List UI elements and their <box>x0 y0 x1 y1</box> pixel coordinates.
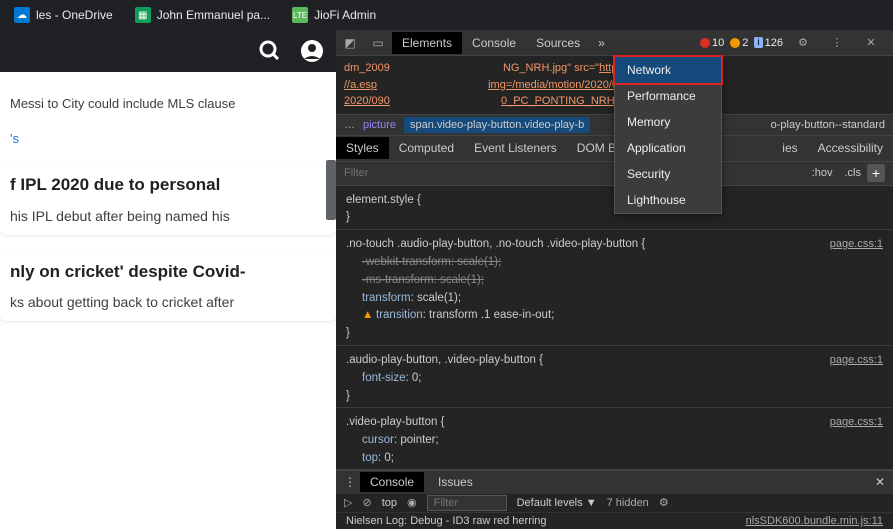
article-card-2[interactable]: nly on cricket' despite Covid- ks about … <box>0 253 336 322</box>
article-card-1[interactable]: f IPL 2020 due to personal his IPL debut… <box>0 166 336 235</box>
drawer-kebab-icon[interactable]: ⋮ <box>344 475 356 489</box>
kebab-icon[interactable]: ⋮ <box>823 36 851 49</box>
link-fragment[interactable]: 's <box>0 121 336 156</box>
article-subtitle: ks about getting back to cricket after <box>10 293 326 313</box>
source-link[interactable]: page.css:1 <box>830 352 883 369</box>
gear-icon[interactable]: ⚙ <box>659 496 669 509</box>
browser-tab-strip: ☁ les - OneDrive ▦ John Emmanuel pa... L… <box>0 0 893 30</box>
article-title: f IPL 2020 due to personal <box>10 174 326 197</box>
styles-filter-input[interactable] <box>344 167 806 179</box>
bc-picture[interactable]: picture <box>363 119 396 131</box>
error-badge[interactable]: 10 <box>700 37 724 49</box>
subtab-event-listeners[interactable]: Event Listeners <box>464 137 567 159</box>
drawer-close-icon[interactable]: ✕ <box>875 475 885 489</box>
menu-item-network[interactable]: Network <box>613 55 723 85</box>
subtab-accessibility[interactable]: Accessibility <box>808 137 893 159</box>
tabs-overflow-button[interactable]: » <box>590 32 613 54</box>
styles-rules[interactable]: element.style { } page.css:1 .no-touch .… <box>336 186 893 470</box>
device-icon[interactable]: ▭ <box>364 36 392 50</box>
hov-toggle[interactable]: :hov <box>806 167 839 179</box>
rule-video-play[interactable]: page.css:1 .video-play-button { cursor: … <box>336 412 893 469</box>
tab-sources[interactable]: Sources <box>526 32 590 54</box>
tab-elements[interactable]: Elements <box>392 32 462 54</box>
log-message: Nielsen Log: Debug - ID3 raw red herring <box>346 515 547 527</box>
console-log-line[interactable]: Nielsen Log: Debug - ID3 raw red herring… <box>336 513 893 529</box>
warning-badge[interactable]: 2 <box>730 37 748 49</box>
webpage-content: Messi to City could include MLS clause '… <box>0 30 336 529</box>
status-badges: 10 2 i126 ⚙ ⋮ ✕ <box>692 36 893 49</box>
search-icon[interactable] <box>258 39 282 63</box>
console-toolbar: ▷ ⊘ top ◉ Default levels ▼ 7 hidden ⚙ <box>336 494 893 513</box>
tabs-overflow-menu: Network Performance Memory Application S… <box>614 56 722 214</box>
menu-item-application[interactable]: Application <box>615 135 721 161</box>
menu-item-performance[interactable]: Performance <box>615 83 721 109</box>
onedrive-icon: ☁ <box>14 7 30 23</box>
bc-rest[interactable]: o-play-button--standard <box>771 119 885 131</box>
source-link[interactable]: page.css:1 <box>830 236 883 253</box>
context-select[interactable]: top <box>382 497 397 509</box>
devtools-header: ◩ ▭ Elements Console Sources » 10 2 i126… <box>336 30 893 56</box>
tab-label: John Emmanuel pa... <box>157 8 270 22</box>
hidden-count[interactable]: 7 hidden <box>607 497 649 509</box>
levels-select[interactable]: Default levels ▼ <box>517 497 597 509</box>
menu-item-memory[interactable]: Memory <box>615 109 721 135</box>
menu-item-lighthouse[interactable]: Lighthouse <box>615 187 721 213</box>
tab-label: JioFi Admin <box>314 8 376 22</box>
info-badge[interactable]: i126 <box>754 37 783 49</box>
devtools-drawer: ⋮ Console Issues ✕ ▷ ⊘ top ◉ Default lev… <box>336 469 893 529</box>
lte-icon: LTE <box>292 7 308 23</box>
article-snippet: Messi to City could include MLS clause <box>0 72 336 121</box>
drawer-tab-strip: ⋮ Console Issues ✕ <box>336 471 893 494</box>
source-link[interactable]: page.css:1 <box>830 414 883 431</box>
drawer-tab-console[interactable]: Console <box>360 472 424 492</box>
cls-toggle[interactable]: .cls <box>839 167 868 179</box>
play-icon[interactable]: ▷ <box>344 496 352 509</box>
rule-audio-video[interactable]: page.css:1 .audio-play-button, .video-pl… <box>336 350 893 408</box>
subtab-computed[interactable]: Computed <box>389 137 464 159</box>
subtab-properties[interactable]: ies <box>772 137 807 159</box>
clear-icon[interactable]: ⊘ <box>362 496 371 509</box>
devtools-main-tabs: Elements Console Sources » <box>392 32 692 54</box>
article-title: nly on cricket' despite Covid- <box>10 261 326 284</box>
sheets-icon: ▦ <box>135 7 151 23</box>
close-icon[interactable]: ✕ <box>857 36 885 49</box>
page-top-bar <box>0 30 336 72</box>
rule-notouch[interactable]: page.css:1 .no-touch .audio-play-button,… <box>336 234 893 346</box>
article-subtitle: his IPL debut after being named his <box>10 207 326 227</box>
bc-span[interactable]: span.video-play-button.video-play-b <box>404 117 590 133</box>
scrollbar-thumb[interactable] <box>326 160 336 220</box>
tab-sheets[interactable]: ▦ John Emmanuel pa... <box>125 3 280 27</box>
console-filter-input[interactable] <box>427 495 507 511</box>
log-source-link[interactable]: nlsSDK600.bundle.min.js:11 <box>746 515 883 527</box>
gear-icon[interactable]: ⚙ <box>789 36 817 49</box>
tab-jiofi[interactable]: LTE JioFi Admin <box>282 3 386 27</box>
eye-icon[interactable]: ◉ <box>407 496 417 509</box>
account-icon[interactable] <box>300 39 324 63</box>
inspect-icon[interactable]: ◩ <box>336 36 364 50</box>
tab-console[interactable]: Console <box>462 32 526 54</box>
warning-icon: ▲ <box>362 307 376 325</box>
subtab-styles[interactable]: Styles <box>336 137 389 159</box>
breadcrumb-ellipsis[interactable]: … <box>344 119 355 131</box>
tab-label: les - OneDrive <box>36 8 113 22</box>
tab-onedrive[interactable]: ☁ les - OneDrive <box>4 3 123 27</box>
new-style-button[interactable]: + <box>867 164 885 182</box>
drawer-tab-issues[interactable]: Issues <box>428 472 483 492</box>
menu-item-security[interactable]: Security <box>615 161 721 187</box>
